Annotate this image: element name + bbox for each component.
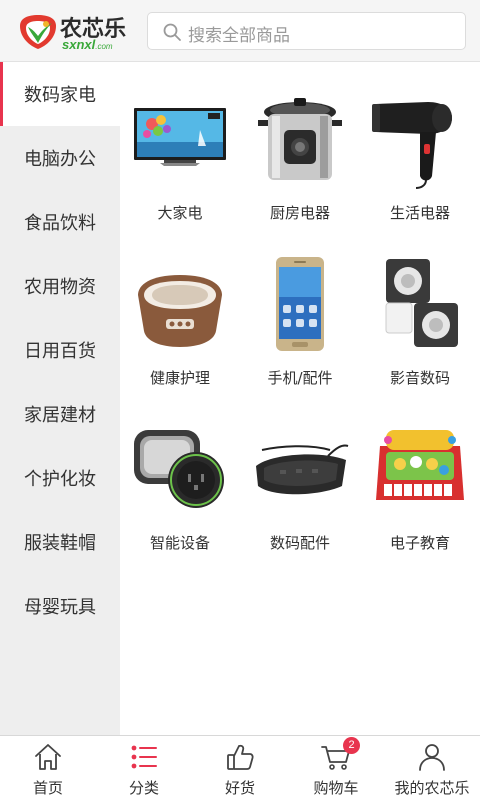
cart-count-badge: 2 xyxy=(343,737,360,754)
tab-label: 分类 xyxy=(128,779,159,797)
logo-text-en: sxnxl.com xyxy=(62,37,113,52)
kids-keyboard-icon xyxy=(376,430,464,500)
foot-spa-icon xyxy=(138,275,222,347)
tab-cart[interactable]: 2 购物车 xyxy=(288,736,384,800)
sidebar-item-label: 日用百货 xyxy=(24,341,96,362)
search-icon xyxy=(163,23,181,41)
logo-shield-icon xyxy=(20,15,56,49)
tv-icon xyxy=(134,108,226,166)
logo-text-en-main: sxnxl xyxy=(62,37,96,52)
subcategory-label: 数码配件 xyxy=(269,534,330,552)
category-list-icon xyxy=(131,745,157,769)
subcategory-label: 手机/配件 xyxy=(267,369,333,387)
hair-dryer-icon xyxy=(372,102,452,189)
subcategory-item[interactable]: 生活电器 xyxy=(360,76,480,226)
subcategory-label: 厨房电器 xyxy=(269,204,330,222)
subcategory-label: 智能设备 xyxy=(149,534,210,552)
sidebar-item-daily-goods[interactable]: 日用百货 xyxy=(0,318,120,382)
subcategory-item[interactable]: 健康护理 xyxy=(120,241,240,391)
user-icon xyxy=(419,744,445,771)
smartphone-icon xyxy=(276,257,324,351)
subcategory-label: 电子教育 xyxy=(389,534,450,552)
power-strip-icon xyxy=(256,444,349,495)
sidebar-item-label: 个护化妆 xyxy=(24,469,96,490)
subcategory-item[interactable]: 电子教育 xyxy=(360,406,480,556)
sidebar-item-label: 数码家电 xyxy=(24,85,96,106)
pressure-cooker-icon xyxy=(258,98,342,180)
subcategory-item[interactable]: 影音数码 xyxy=(360,241,480,391)
tab-category[interactable]: 分类 xyxy=(96,736,192,800)
sidebar-item-label: 食品饮料 xyxy=(24,213,96,234)
sidebar-item-label: 农用物资 xyxy=(24,277,96,298)
search-placeholder: 搜索全部商品 xyxy=(188,26,290,46)
sidebar-item-label: 家居建材 xyxy=(24,405,96,426)
sidebar-item-food-drinks[interactable]: 食品饮料 xyxy=(0,190,120,254)
logo-text-en-suffix: .com xyxy=(95,42,113,51)
tab-good-products[interactable]: 好货 xyxy=(192,736,288,800)
tab-label: 我的农芯乐 xyxy=(394,779,470,797)
subcategory-item[interactable]: 厨房电器 xyxy=(240,76,360,226)
tab-home[interactable]: 首页 xyxy=(0,736,96,800)
subcategory-item[interactable]: 大家电 xyxy=(120,76,240,226)
sidebar-item-label: 母婴玩具 xyxy=(24,597,96,618)
sidebar-item-label: 电脑办公 xyxy=(24,149,96,170)
bottom-tab-bar: 首页 分类 好货 2 购物车 我的农芯乐 xyxy=(0,735,480,800)
tab-my-account[interactable]: 我的农芯乐 xyxy=(384,736,480,800)
thumbs-up-icon xyxy=(227,744,254,770)
subcategory-grid: 大家电 厨房电器 生活电器 健康护理 手机/配件 影音数码 智能设备 数码配件 … xyxy=(120,62,480,735)
header-bar: 农芯乐 sxnxl.com 搜索全部商品 xyxy=(0,0,480,62)
sidebar-item-apparel[interactable]: 服装鞋帽 xyxy=(0,510,120,574)
subcategory-label: 健康护理 xyxy=(149,369,210,387)
speakers-icon xyxy=(385,259,458,347)
sidebar-item-computer-office[interactable]: 电脑办公 xyxy=(0,126,120,190)
smart-plug-icon xyxy=(134,430,224,508)
tab-label: 好货 xyxy=(224,779,255,797)
sidebar-item-mother-baby[interactable]: 母婴玩具 xyxy=(0,574,120,638)
subcategory-label: 影音数码 xyxy=(389,369,450,387)
category-sidebar: 数码家电 电脑办公 食品饮料 农用物资 日用百货 家居建材 个护化妆 服装鞋帽 … xyxy=(0,62,120,735)
sidebar-item-label: 服装鞋帽 xyxy=(24,533,96,554)
sidebar-item-home-building[interactable]: 家居建材 xyxy=(0,382,120,446)
search-input[interactable]: 搜索全部商品 xyxy=(147,12,466,50)
subcategory-item[interactable]: 智能设备 xyxy=(120,406,240,556)
tab-label: 购物车 xyxy=(313,779,359,797)
tab-label: 首页 xyxy=(32,779,63,797)
subcategory-label: 大家电 xyxy=(157,204,203,222)
sidebar-item-personal-care[interactable]: 个护化妆 xyxy=(0,446,120,510)
app-logo[interactable]: 农芯乐 sxnxl.com xyxy=(18,9,134,53)
sidebar-item-agri-supplies[interactable]: 农用物资 xyxy=(0,254,120,318)
subcategory-item[interactable]: 数码配件 xyxy=(240,406,360,556)
subcategory-label: 生活电器 xyxy=(389,204,450,222)
subcategory-item[interactable]: 手机/配件 xyxy=(240,241,360,391)
home-icon xyxy=(35,744,61,770)
sidebar-item-digital-appliances[interactable]: 数码家电 xyxy=(0,62,120,126)
